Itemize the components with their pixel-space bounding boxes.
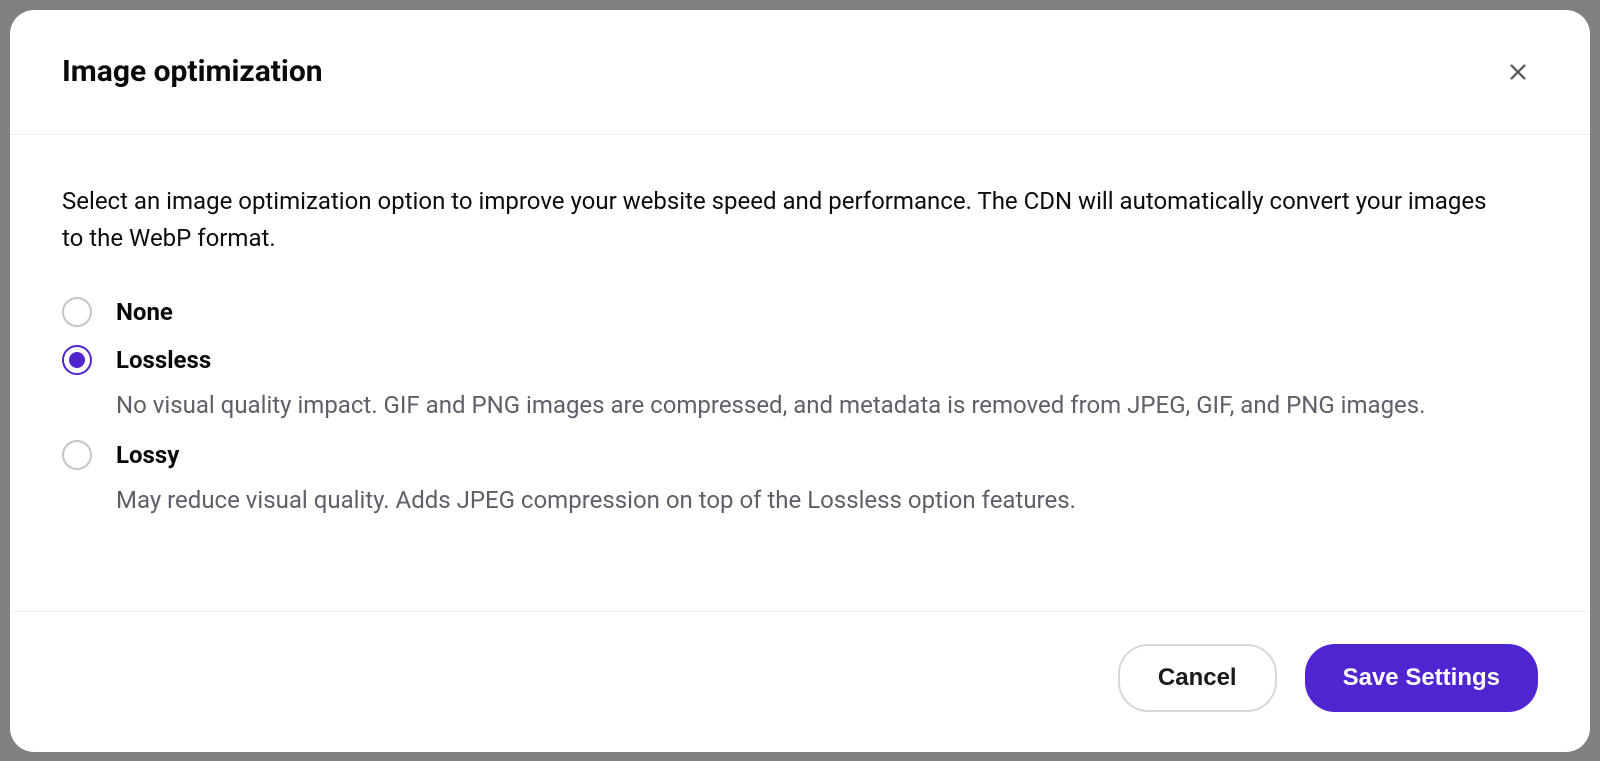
option-content: Lossless No visual quality impact. GIF a… — [116, 345, 1538, 423]
option-label-lossless: Lossless — [116, 345, 1538, 375]
option-lossy[interactable]: Lossy May reduce visual quality. Adds JP… — [62, 440, 1538, 518]
option-content: Lossy May reduce visual quality. Adds JP… — [116, 440, 1538, 518]
modal-footer: Cancel Save Settings — [10, 611, 1590, 752]
modal-title: Image optimization — [62, 54, 323, 89]
save-settings-button[interactable]: Save Settings — [1305, 644, 1538, 712]
option-desc-lossy: May reduce visual quality. Adds JPEG com… — [116, 484, 1506, 518]
radio-none[interactable] — [62, 297, 92, 327]
option-label-none: None — [116, 297, 1538, 327]
radio-lossy[interactable] — [62, 440, 92, 470]
modal-description: Select an image optimization option to i… — [62, 183, 1512, 257]
close-icon — [1507, 61, 1529, 83]
option-label-lossy: Lossy — [116, 440, 1538, 470]
modal-header: Image optimization — [10, 10, 1590, 135]
modal-body: Select an image optimization option to i… — [10, 135, 1590, 611]
cancel-button[interactable]: Cancel — [1118, 644, 1277, 712]
option-none[interactable]: None — [62, 297, 1538, 327]
option-lossless[interactable]: Lossless No visual quality impact. GIF a… — [62, 345, 1538, 423]
image-optimization-modal: Image optimization Select an image optim… — [10, 10, 1590, 752]
option-desc-lossless: No visual quality impact. GIF and PNG im… — [116, 389, 1506, 423]
option-content: None — [116, 297, 1538, 327]
radio-lossless[interactable] — [62, 345, 92, 375]
close-button[interactable] — [1498, 52, 1538, 92]
